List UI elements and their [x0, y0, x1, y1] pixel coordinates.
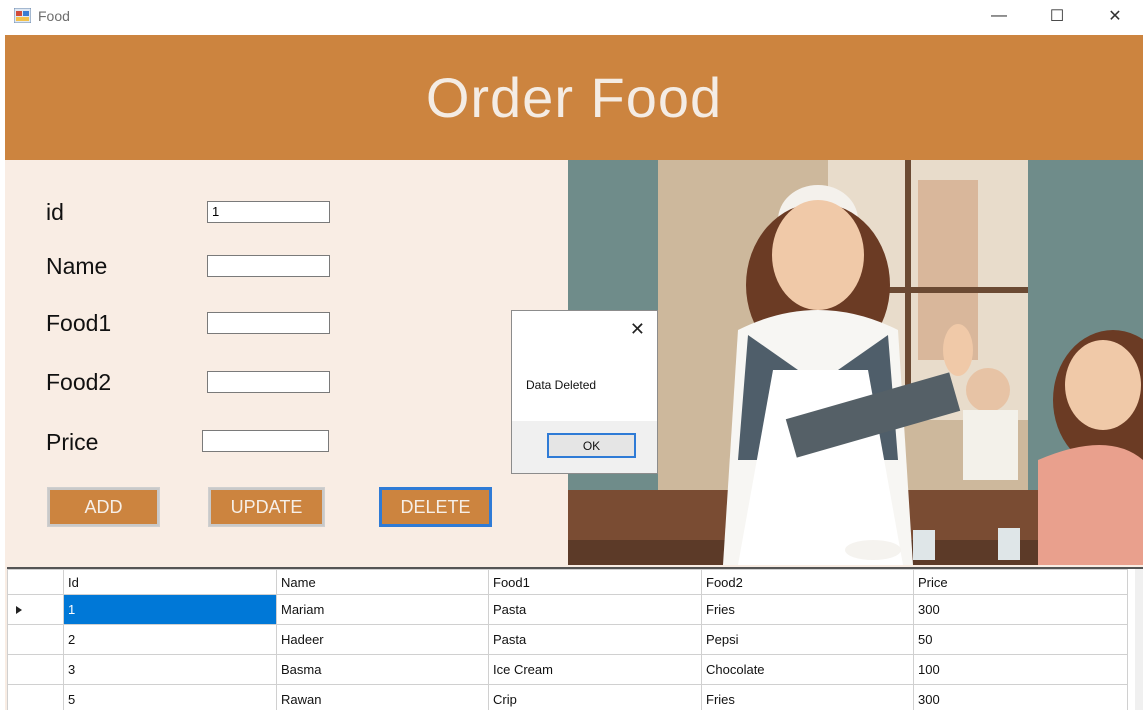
header-banner: Order Food: [5, 35, 1143, 160]
cell-id[interactable]: 5: [63, 684, 277, 710]
ok-button[interactable]: OK: [547, 433, 636, 458]
row-header[interactable]: [7, 624, 64, 655]
cell-id[interactable]: 2: [63, 624, 277, 655]
current-row-arrow-icon: [16, 606, 22, 614]
maximize-button[interactable]: ☐: [1028, 0, 1086, 32]
delete-button[interactable]: DELETE: [379, 487, 492, 527]
column-header-id[interactable]: Id: [63, 569, 277, 595]
cell-food1[interactable]: Crip: [488, 684, 702, 710]
table-row[interactable]: 3 Basma Ice Cream Chocolate 100: [7, 654, 1128, 685]
name-field[interactable]: [207, 255, 330, 277]
cell-name[interactable]: Hadeer: [276, 624, 489, 655]
food1-label: Food1: [46, 310, 112, 336]
row-header[interactable]: [7, 684, 64, 710]
row-header-corner: [7, 569, 64, 595]
cell-food1[interactable]: Ice Cream: [488, 654, 702, 685]
cell-food2[interactable]: Chocolate: [701, 654, 914, 685]
page-title: Order Food: [425, 66, 723, 129]
cell-food2[interactable]: Pepsi: [701, 624, 914, 655]
price-label: Price: [46, 429, 99, 455]
minimize-icon: —: [991, 7, 1007, 24]
cell-id[interactable]: 3: [63, 654, 277, 685]
cell-price[interactable]: 50: [913, 624, 1128, 655]
cell-name[interactable]: Basma: [276, 654, 489, 685]
table-row[interactable]: 5 Rawan Crip Fries 300: [7, 684, 1128, 710]
minimize-button[interactable]: —: [970, 0, 1028, 32]
row-header[interactable]: [7, 654, 64, 685]
name-label: Name: [46, 253, 108, 279]
food2-field[interactable]: [207, 371, 330, 393]
table-row[interactable]: 2 Hadeer Pasta Pepsi 50: [7, 624, 1128, 655]
cell-price[interactable]: 300: [913, 594, 1128, 625]
id-label: id: [46, 199, 64, 225]
id-field[interactable]: 1: [207, 201, 330, 223]
food2-label: Food2: [46, 369, 112, 395]
cell-name[interactable]: Rawan: [276, 684, 489, 710]
column-header-price[interactable]: Price: [913, 569, 1128, 595]
orders-table: Id Name Food1 Food2 Price 1 Mariam Pasta…: [7, 569, 1128, 710]
update-button[interactable]: UPDATE: [208, 487, 325, 527]
message-box: ✕ Data Deleted OK: [511, 310, 658, 474]
cell-food2[interactable]: Fries: [701, 684, 914, 710]
cell-price[interactable]: 300: [913, 684, 1128, 710]
cell-price[interactable]: 100: [913, 654, 1128, 685]
food1-field[interactable]: [207, 312, 330, 334]
price-field[interactable]: [202, 430, 329, 452]
close-window-button[interactable]: ✕: [1086, 0, 1143, 32]
grid-header-row: Id Name Food1 Food2 Price: [7, 569, 1128, 595]
close-icon[interactable]: ✕: [630, 319, 645, 340]
column-header-food2[interactable]: Food2: [701, 569, 914, 595]
cell-id[interactable]: 1: [63, 594, 277, 625]
vertical-scrollbar[interactable]: [1135, 569, 1143, 710]
orders-grid[interactable]: Id Name Food1 Food2 Price 1 Mariam Pasta…: [7, 567, 1143, 710]
maximize-icon: ☐: [1049, 8, 1065, 25]
message-box-footer: OK: [512, 421, 657, 473]
close-icon: ✕: [1108, 8, 1122, 25]
add-button[interactable]: ADD: [47, 487, 160, 527]
cell-food1[interactable]: Pasta: [488, 624, 702, 655]
column-header-name[interactable]: Name: [276, 569, 489, 595]
cell-food2[interactable]: Fries: [701, 594, 914, 625]
column-header-food1[interactable]: Food1: [488, 569, 702, 595]
message-text: Data Deleted: [526, 378, 597, 392]
row-header[interactable]: [7, 594, 64, 625]
cell-name[interactable]: Mariam: [276, 594, 489, 625]
table-row[interactable]: 1 Mariam Pasta Fries 300: [7, 594, 1128, 625]
app-icon: [14, 8, 31, 23]
window-title: Food: [38, 8, 70, 24]
cell-food1[interactable]: Pasta: [488, 594, 702, 625]
title-bar: Food — ☐ ✕: [0, 0, 1143, 32]
